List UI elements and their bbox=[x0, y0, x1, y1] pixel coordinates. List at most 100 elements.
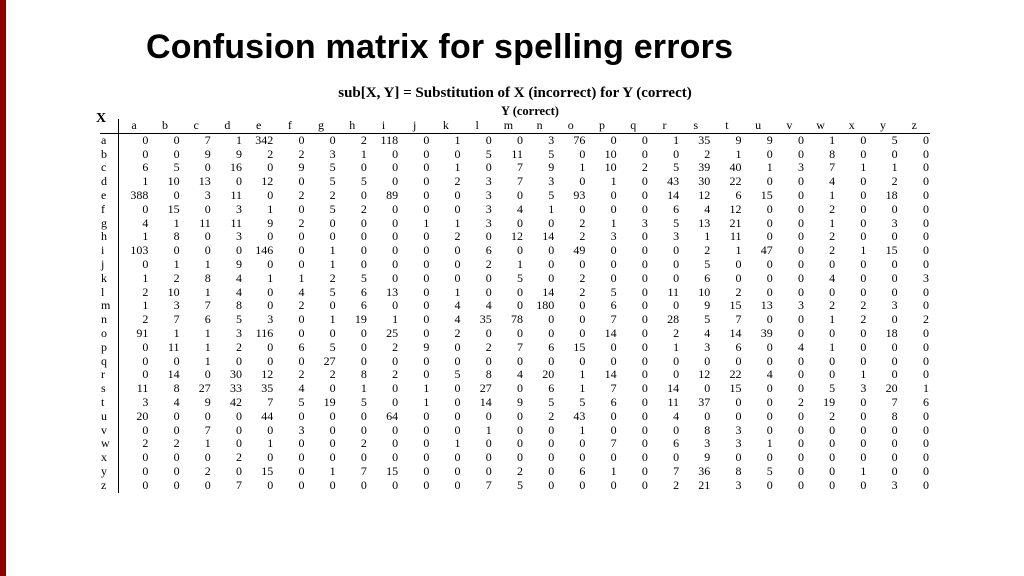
cell: 9 bbox=[680, 299, 711, 313]
cell: 0 bbox=[774, 382, 805, 396]
cell: 0 bbox=[867, 230, 898, 244]
cell: 0 bbox=[305, 451, 336, 465]
cell: 0 bbox=[399, 230, 430, 244]
cell: 0 bbox=[368, 203, 399, 217]
cell: 8 bbox=[711, 465, 742, 479]
cell: 19 bbox=[305, 396, 336, 410]
cell: 7 bbox=[586, 313, 617, 327]
cell: 15 bbox=[149, 203, 180, 217]
cell: 0 bbox=[899, 465, 930, 479]
table-row: o9111311600025020000140241439000180 bbox=[100, 327, 930, 341]
cell: 0 bbox=[149, 424, 180, 438]
cell: 0 bbox=[899, 341, 930, 355]
table-row: n276530119104357800702857001202 bbox=[100, 313, 930, 327]
cell: 0 bbox=[680, 410, 711, 424]
cell: 0 bbox=[711, 272, 742, 286]
cell: 6 bbox=[711, 341, 742, 355]
cell: 11 bbox=[649, 396, 680, 410]
cell: 6 bbox=[586, 299, 617, 313]
row-header: f bbox=[100, 203, 118, 217]
cell: 42 bbox=[212, 396, 243, 410]
cell: 0 bbox=[368, 299, 399, 313]
cell: 1 bbox=[586, 465, 617, 479]
table-row: m137802060044018006009151332230 bbox=[100, 299, 930, 313]
cell: 11 bbox=[149, 341, 180, 355]
cell: 4 bbox=[118, 217, 149, 231]
cell: 0 bbox=[743, 217, 774, 231]
cell: 0 bbox=[899, 230, 930, 244]
cell: 5 bbox=[493, 479, 524, 493]
col-header: y bbox=[867, 119, 898, 133]
cell: 0 bbox=[430, 341, 461, 355]
cell: 0 bbox=[149, 479, 180, 493]
cell: 6 bbox=[555, 465, 586, 479]
cell: 4 bbox=[430, 299, 461, 313]
cell: 0 bbox=[243, 424, 274, 438]
cell: 0 bbox=[711, 258, 742, 272]
cell: 0 bbox=[274, 244, 305, 258]
cell: 8 bbox=[805, 148, 836, 162]
cell: 37 bbox=[680, 396, 711, 410]
cell: 3 bbox=[212, 203, 243, 217]
cell: 2 bbox=[805, 299, 836, 313]
cell: 3 bbox=[680, 341, 711, 355]
cell: 14 bbox=[524, 230, 555, 244]
cell: 0 bbox=[368, 424, 399, 438]
cell: 0 bbox=[368, 175, 399, 189]
cell: 0 bbox=[899, 479, 930, 493]
cell: 5 bbox=[337, 396, 368, 410]
row-header: u bbox=[100, 410, 118, 424]
cell: 14 bbox=[586, 327, 617, 341]
cell: 0 bbox=[743, 203, 774, 217]
cell: 14 bbox=[462, 396, 493, 410]
cell: 11 bbox=[711, 230, 742, 244]
cell: 0 bbox=[399, 203, 430, 217]
cell: 4 bbox=[649, 410, 680, 424]
cell: 0 bbox=[836, 479, 867, 493]
cell: 1 bbox=[805, 217, 836, 231]
cell: 11 bbox=[212, 189, 243, 203]
cell: 0 bbox=[618, 230, 649, 244]
cell: 0 bbox=[618, 382, 649, 396]
cell: 0 bbox=[243, 299, 274, 313]
cell: 5 bbox=[680, 258, 711, 272]
col-header: m bbox=[493, 119, 524, 133]
cell: 0 bbox=[680, 355, 711, 369]
cell: 30 bbox=[212, 368, 243, 382]
cell: 9 bbox=[743, 133, 774, 147]
cell: 7 bbox=[243, 396, 274, 410]
cell: 0 bbox=[774, 437, 805, 451]
cell: 0 bbox=[836, 396, 867, 410]
col-header: f bbox=[274, 119, 305, 133]
cell: 1 bbox=[493, 258, 524, 272]
cell: 4 bbox=[680, 203, 711, 217]
cell: 2 bbox=[555, 286, 586, 300]
cell: 25 bbox=[368, 327, 399, 341]
cell: 7 bbox=[181, 133, 212, 147]
cell: 2 bbox=[680, 244, 711, 258]
cell: 0 bbox=[399, 299, 430, 313]
cell: 0 bbox=[399, 189, 430, 203]
cell: 2 bbox=[243, 148, 274, 162]
cell: 0 bbox=[524, 244, 555, 258]
cell: 2 bbox=[555, 230, 586, 244]
cell: 5 bbox=[555, 396, 586, 410]
cell: 0 bbox=[555, 148, 586, 162]
cell: 5 bbox=[305, 286, 336, 300]
cell: 0 bbox=[743, 175, 774, 189]
cell: 0 bbox=[430, 410, 461, 424]
row-header: p bbox=[100, 341, 118, 355]
cell: 0 bbox=[618, 437, 649, 451]
cell: 3 bbox=[274, 424, 305, 438]
cell: 0 bbox=[337, 217, 368, 231]
cell: 0 bbox=[618, 327, 649, 341]
cell: 13 bbox=[680, 217, 711, 231]
cell: 0 bbox=[836, 230, 867, 244]
cell: 20 bbox=[524, 368, 555, 382]
col-header: z bbox=[899, 119, 930, 133]
cell: 0 bbox=[430, 148, 461, 162]
cell: 0 bbox=[212, 244, 243, 258]
cell: 0 bbox=[805, 258, 836, 272]
cell: 13 bbox=[743, 299, 774, 313]
cell: 0 bbox=[462, 286, 493, 300]
